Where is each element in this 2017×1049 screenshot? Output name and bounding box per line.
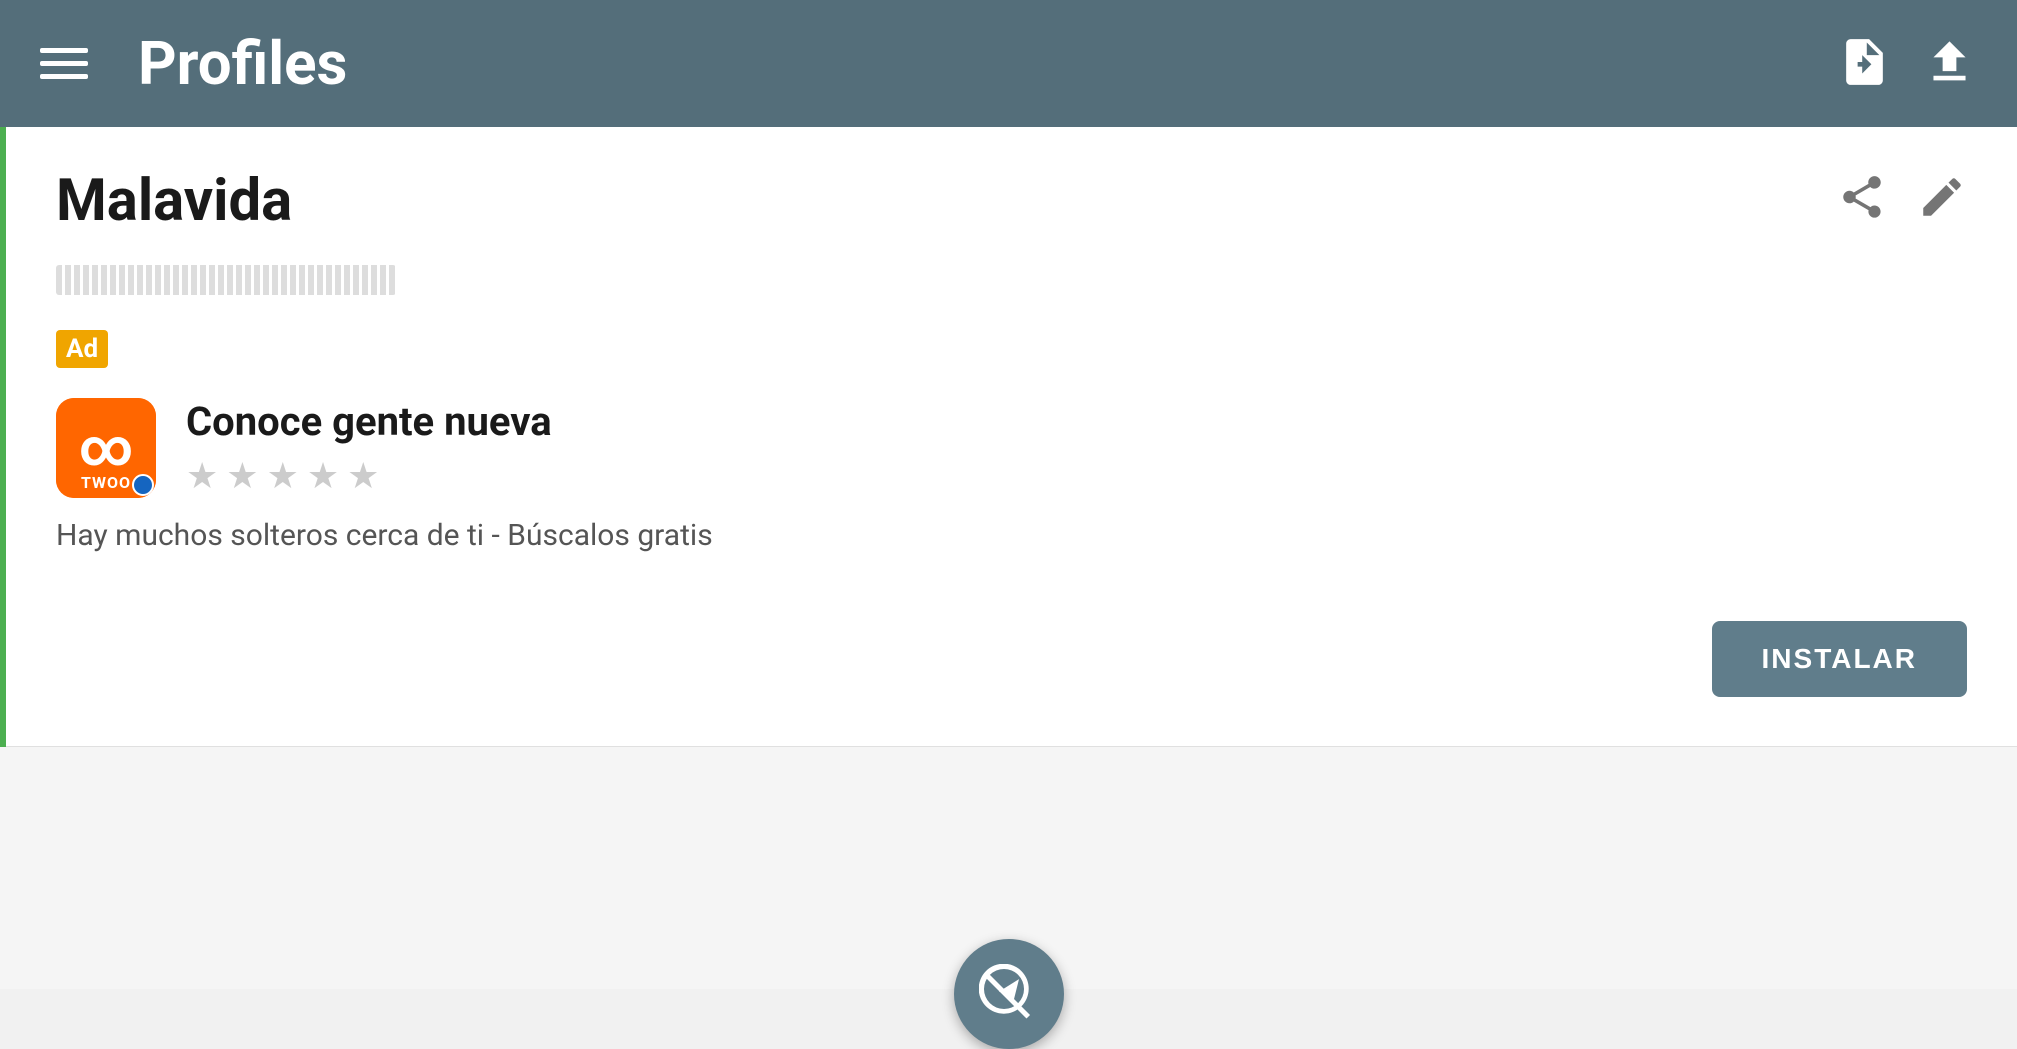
page-title: Profiles bbox=[138, 28, 347, 99]
star-3: ★ bbox=[267, 455, 299, 497]
install-button[interactable]: INSTALAR bbox=[1712, 621, 1967, 697]
profile-card: Malavida Ad bbox=[0, 127, 2017, 747]
blue-dot-badge bbox=[132, 474, 154, 496]
upload-button[interactable] bbox=[1922, 34, 1977, 93]
star-1: ★ bbox=[186, 455, 218, 497]
app-icon-symbol: ∞ bbox=[79, 422, 134, 474]
new-file-button[interactable] bbox=[1837, 34, 1892, 93]
edit-button[interactable] bbox=[1917, 172, 1967, 222]
ad-content: ∞ TWOO Conoce gente nueva ★ ★ ★ ★ ★ bbox=[56, 398, 1967, 498]
fab-button[interactable] bbox=[954, 939, 1064, 1049]
profile-actions bbox=[1837, 172, 1967, 222]
app-name: Conoce gente nueva bbox=[186, 398, 552, 445]
navigation-disabled-icon bbox=[979, 964, 1039, 1024]
profile-header: Malavida bbox=[56, 167, 1967, 235]
star-2: ★ bbox=[226, 455, 258, 497]
star-5: ★ bbox=[347, 455, 379, 497]
app-brand-label: TWOO bbox=[81, 473, 131, 492]
fab-container bbox=[954, 939, 1064, 1049]
star-rating: ★ ★ ★ ★ ★ bbox=[186, 455, 552, 497]
menu-button[interactable] bbox=[40, 48, 88, 79]
blurred-url bbox=[56, 265, 396, 295]
ad-description: Hay muchos solteros cerca de ti - Búscal… bbox=[56, 518, 1967, 553]
star-4: ★ bbox=[307, 455, 339, 497]
profile-name: Malavida bbox=[56, 167, 292, 235]
app-icon[interactable]: ∞ TWOO bbox=[56, 398, 156, 498]
ad-badge: Ad bbox=[56, 330, 108, 368]
main-wrapper: Malavida Ad bbox=[0, 127, 2017, 989]
share-button[interactable] bbox=[1837, 172, 1887, 222]
header-actions bbox=[1837, 34, 1977, 93]
app-header: Profiles bbox=[0, 0, 2017, 127]
app-info: Conoce gente nueva ★ ★ ★ ★ ★ bbox=[186, 398, 552, 497]
